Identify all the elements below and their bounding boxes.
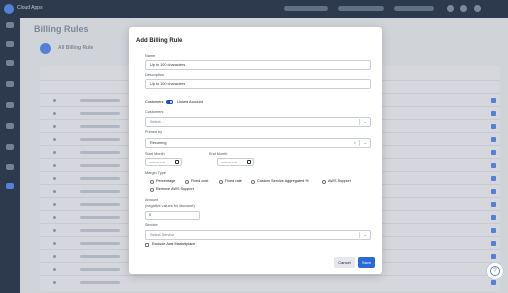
radio-fixed-cost[interactable]	[185, 180, 189, 184]
amount-input[interactable]: 0	[145, 211, 200, 220]
chevron-down-icon: ⌄	[363, 140, 367, 145]
toggle-left-label: Customers	[145, 100, 164, 104]
primed-by-select[interactable]: Recurring × ⌄	[145, 138, 371, 148]
description-label: Description	[145, 73, 164, 77]
end-month-input[interactable]: -------- ----	[217, 158, 254, 166]
dialog-title: Add Billing Rule	[136, 38, 183, 44]
amount-label: Amount	[145, 198, 159, 202]
toggle-right-label: Linked Account	[177, 100, 203, 104]
name-input[interactable]: Up to 100 characters	[145, 60, 371, 70]
add-billing-rule-dialog: Add Billing Rule Name Up to 100 characte…	[129, 27, 382, 274]
exclude-marketplace-checkbox[interactable]	[145, 243, 149, 247]
radio-remove-aws-support-label: Remove AWS Support	[156, 187, 194, 191]
calendar-icon[interactable]	[247, 160, 251, 164]
radio-custom-service-label: Custom Service Aggregated %	[257, 179, 309, 183]
select-divider	[359, 232, 360, 238]
radio-remove-aws-support[interactable]	[150, 188, 154, 192]
service-select[interactable]: Select Service ⌄	[145, 230, 371, 240]
clear-icon[interactable]: ×	[354, 139, 356, 147]
radio-percentage-label: Percentage	[156, 179, 176, 183]
cancel-button[interactable]: Cancel	[334, 257, 355, 268]
toggle-knob	[169, 100, 173, 104]
customers-label: Customers	[145, 110, 164, 114]
select-divider	[359, 119, 360, 125]
customers-select[interactable]: Select... ⌄	[145, 117, 371, 127]
margin-type-label: Margin Type	[145, 171, 166, 175]
radio-aws-support-label: AWS Support	[328, 179, 351, 183]
radio-aws-support[interactable]	[322, 180, 326, 184]
amount-value: 0	[149, 213, 152, 217]
name-label: Name	[145, 54, 156, 58]
radio-fixed-cost-label: Fixed cost	[191, 179, 209, 183]
save-button[interactable]: Save	[358, 257, 375, 268]
calendar-icon[interactable]	[175, 160, 179, 164]
end-month-value: -------- ----	[221, 160, 238, 164]
end-month-label: End Month	[209, 152, 228, 156]
chevron-down-icon: ⌄	[363, 119, 367, 124]
help-icon: ?	[490, 266, 500, 276]
primed-by-label: Primed by	[145, 130, 163, 134]
start-month-value: -------- ----	[149, 160, 166, 164]
radio-fixed-rate[interactable]	[219, 180, 223, 184]
start-month-label: Start Month	[145, 152, 165, 156]
radio-custom-service[interactable]	[251, 180, 255, 184]
help-button[interactable]: ?	[486, 262, 504, 280]
primed-by-value: Recurring	[150, 141, 167, 145]
service-placeholder: Select Service	[150, 233, 175, 237]
radio-percentage[interactable]	[150, 180, 154, 184]
service-label: Service	[145, 223, 158, 227]
select-divider	[359, 140, 360, 146]
customers-placeholder: Select...	[150, 120, 164, 124]
description-value: Up to 100 characters	[150, 82, 186, 86]
name-value: Up to 100 characters	[150, 63, 186, 67]
radio-fixed-rate-label: Fixed rate	[225, 179, 242, 183]
description-input[interactable]: Up to 100 characters	[145, 79, 371, 89]
chevron-down-icon: ⌄	[363, 232, 367, 237]
exclude-marketplace-label: Exclude Aws Marketplace	[152, 242, 196, 246]
amount-hint: (negative values for discount)	[145, 204, 195, 208]
start-month-input[interactable]: -------- ----	[145, 158, 182, 166]
scope-toggle[interactable]	[166, 100, 173, 104]
